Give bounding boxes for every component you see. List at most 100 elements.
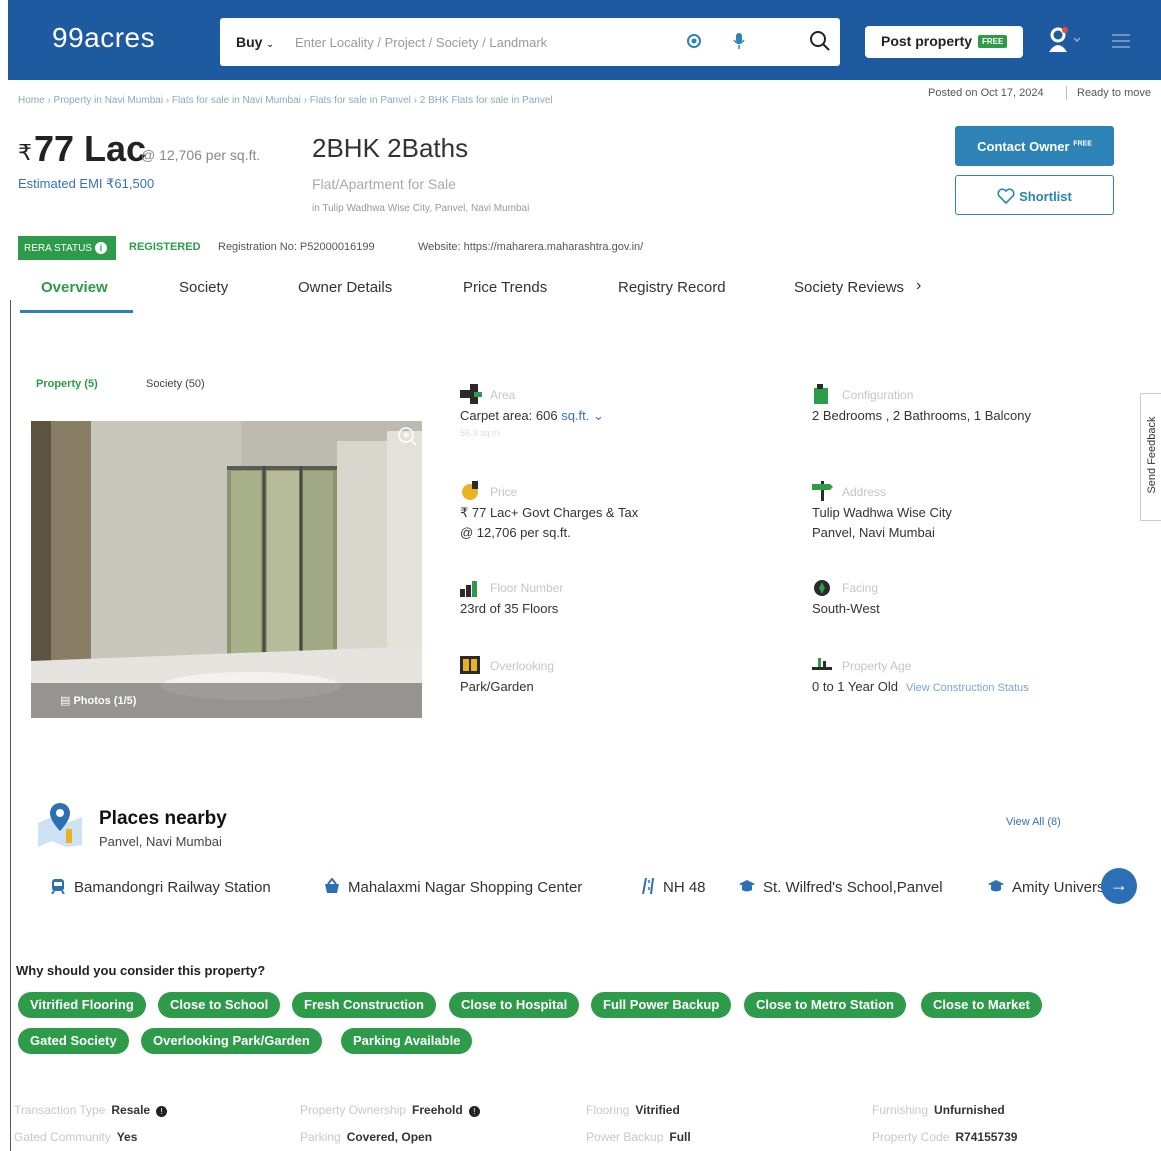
contact-free-tag: FREE (1073, 140, 1092, 148)
fact-key: Parking (300, 1130, 341, 1144)
fact-value: R74155739 (955, 1130, 1018, 1144)
rera-status-badge[interactable]: RERA STATUS i (18, 236, 116, 260)
fact-value: Vitrified (635, 1103, 680, 1117)
place-name: NH 48 (663, 879, 706, 896)
tab-overview[interactable]: Overview (41, 279, 108, 296)
signpost-icon (812, 481, 833, 501)
active-tab-indicator (20, 310, 133, 313)
fact-value: Unfurnished (934, 1103, 1005, 1117)
fact-flooring: Flooring Vitrified (586, 1103, 680, 1117)
graduation-cap-icon (739, 880, 755, 892)
fact-value: Full (669, 1130, 691, 1144)
hamburger-menu-icon[interactable] (1112, 34, 1130, 48)
info-icon: i (94, 242, 107, 254)
search-input[interactable]: Enter Locality / Project / Society / Lan… (295, 35, 547, 50)
feature-chip: Overlooking Park/Garden (141, 1028, 322, 1054)
user-account-icon[interactable] (1048, 26, 1082, 54)
chevron-right-icon[interactable]: › (916, 277, 921, 295)
search-bar[interactable]: Buy ⌄ Enter Locality / Project / Society… (220, 18, 840, 66)
listing-price: 77 Lac (34, 128, 147, 169)
fact-property-code: Property Code R74155739 (872, 1130, 1017, 1144)
send-feedback-tab[interactable]: Send Feedback (1140, 393, 1161, 521)
rupee-symbol: ₹ (18, 140, 32, 165)
fact-value: Covered, Open (346, 1130, 433, 1144)
property-age-detail: Property Age 0 to 1 Year Old View Constru… (812, 655, 1132, 695)
feature-chip: Full Power Backup (591, 992, 732, 1018)
listing-title: 2BHK 2Baths (312, 133, 469, 163)
estimated-emi-link[interactable]: Estimated EMI ₹61,500 (18, 176, 154, 192)
photos-counter-label: Photos (1/5) (73, 695, 137, 707)
facing-detail: Facing South-West (812, 577, 1112, 617)
map-pin-icon (38, 803, 82, 847)
area-icon (460, 384, 482, 404)
view-all-places-link[interactable]: View All (8) (1006, 816, 1061, 828)
feature-chip: Parking Available (341, 1028, 473, 1054)
floor-label: Floor Number (490, 581, 564, 595)
address-city: Panvel, Navi Mumbai (812, 525, 935, 540)
facing-label: Facing (842, 581, 879, 595)
posted-date: Posted on Oct 17, 2024 (928, 87, 1044, 99)
heart-icon (997, 188, 1015, 204)
overlooking-label: Overlooking (490, 659, 555, 673)
info-icon[interactable]: ! (468, 1106, 480, 1117)
place-item[interactable]: NH 48 (639, 878, 706, 896)
area-value: Carpet area: 606 sq.ft. ⌄ (460, 408, 604, 424)
chevron-down-icon: ⌄ (593, 408, 604, 423)
address-value: Tulip Wadhwa Wise City (812, 505, 952, 520)
gallery-tab-property[interactable]: Property (5) (36, 378, 98, 390)
feature-chip: Close to Market (921, 992, 1042, 1018)
site-logo[interactable]: 99acres (52, 22, 155, 54)
places-carousel: Bamandongri Railway Station Mahalaxmi Na… (0, 870, 1120, 906)
tab-society[interactable]: Society (179, 279, 228, 296)
breadcrumb[interactable]: Home › Property in Navi Mumbai › Flats f… (18, 95, 553, 106)
floor-icon (460, 581, 477, 597)
post-property-button[interactable]: Post property FREE (865, 26, 1023, 58)
window-icon (460, 656, 480, 674)
gallery-icon: ▤ (60, 695, 71, 707)
fact-ownership: Property Ownership Freehold! (300, 1103, 480, 1117)
fact-key: Furnishing (872, 1103, 929, 1117)
place-name: St. Wilfred's School,Panvel (763, 879, 943, 896)
search-icon[interactable] (808, 29, 832, 53)
feature-chip: Fresh Construction (292, 992, 436, 1018)
fact-key: Property Ownership (300, 1103, 407, 1117)
configuration-label: Configuration (842, 388, 914, 402)
contact-owner-label: Contact Owner (977, 139, 1070, 154)
room-photo-image (31, 421, 422, 718)
place-item[interactable]: Bamandongri Railway Station (50, 878, 271, 896)
view-construction-status-link[interactable]: View Construction Status (906, 682, 1029, 694)
mic-icon[interactable] (732, 32, 746, 50)
chevron-down-icon: ⌄ (266, 39, 274, 49)
area-unit-dropdown[interactable]: sq.ft. ⌄ (561, 408, 604, 423)
overlooking-value: Park/Garden (460, 679, 534, 694)
fact-gated-community: Gated Community Yes (14, 1130, 137, 1144)
shortlist-button[interactable]: Shortlist (955, 175, 1114, 215)
area-label: Area (490, 388, 516, 402)
place-item[interactable]: Amity University (988, 878, 1120, 896)
train-icon (51, 879, 65, 894)
fact-furnishing: Furnishing Unfurnished (872, 1103, 1005, 1117)
rera-website[interactable]: Website: https://maharera.maharashtra.go… (418, 241, 643, 253)
tab-owner-details[interactable]: Owner Details (298, 279, 392, 296)
tab-price-trends[interactable]: Price Trends (463, 279, 547, 296)
post-property-label: Post property (881, 33, 973, 49)
tab-registry-record[interactable]: Registry Record (618, 279, 726, 296)
contact-owner-button[interactable]: Contact Owner FREE (955, 126, 1114, 166)
buy-dropdown[interactable]: Buy ⌄ (236, 34, 274, 50)
place-item[interactable]: Mahalaxmi Nagar Shopping Center (324, 878, 582, 896)
left-divider (10, 300, 11, 1151)
property-photo[interactable] (31, 421, 422, 718)
arrow-right-icon: → (1110, 875, 1128, 895)
feature-chip: Close to Metro Station (744, 992, 906, 1018)
area-unit-label: sq.ft. (561, 408, 590, 423)
configuration-icon (814, 384, 828, 404)
photos-counter[interactable]: ▤ Photos (1/5) (60, 694, 136, 707)
carousel-next-button[interactable]: → (1101, 868, 1137, 904)
gallery-tab-society[interactable]: Society (50) (146, 378, 205, 390)
locate-icon[interactable] (686, 33, 702, 49)
info-icon[interactable]: ! (156, 1106, 168, 1117)
fact-transaction-type: Transaction Type Resale! (14, 1103, 168, 1117)
place-item[interactable]: St. Wilfred's School,Panvel (739, 878, 943, 896)
tab-society-reviews[interactable]: Society Reviews (794, 279, 904, 296)
zoom-in-icon[interactable] (396, 425, 418, 447)
